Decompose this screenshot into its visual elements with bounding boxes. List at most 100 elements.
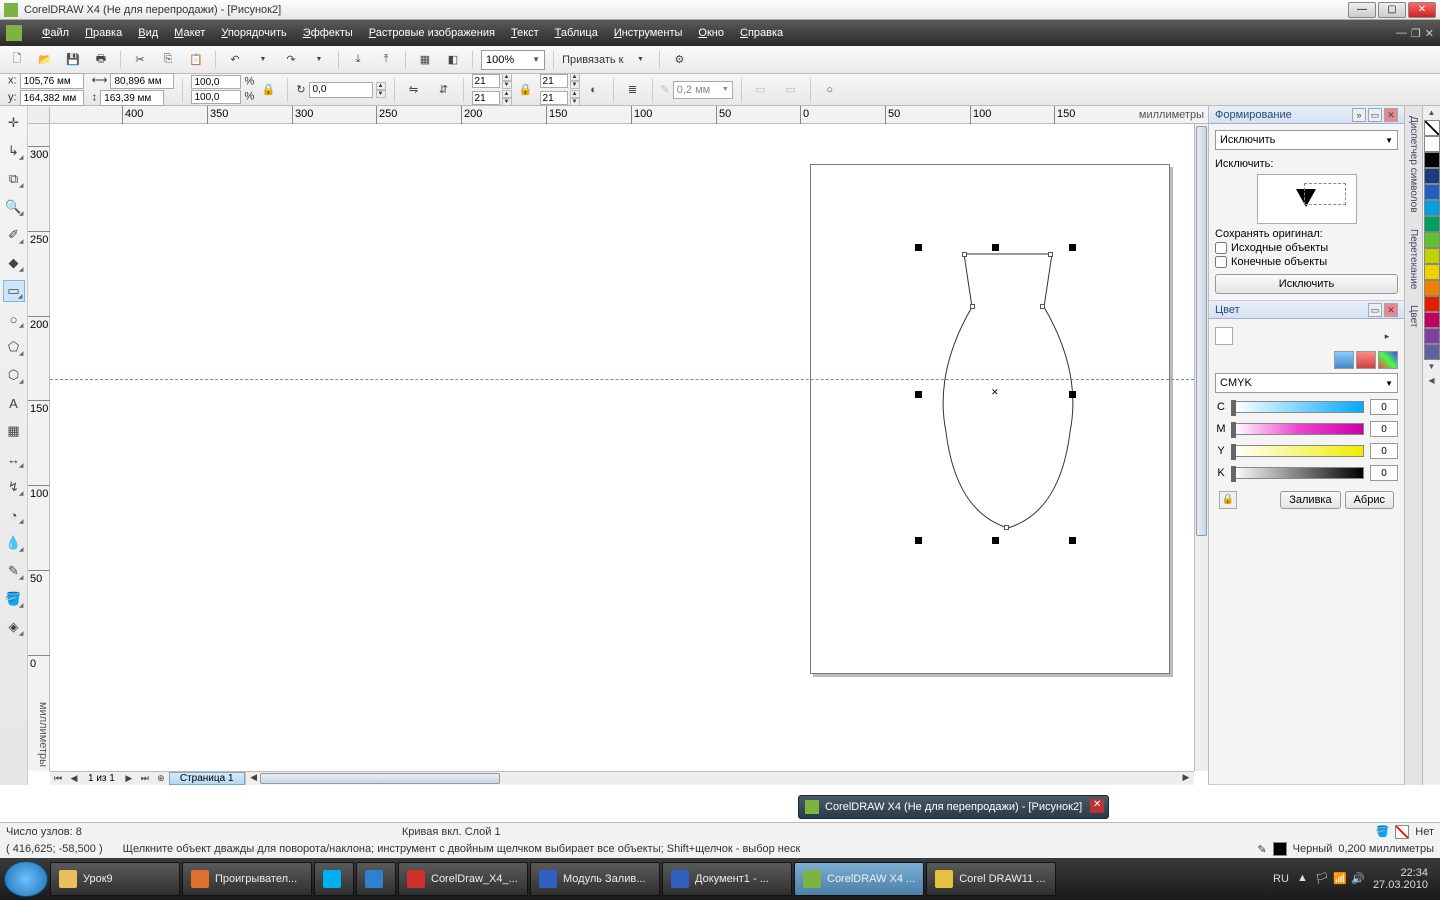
smart-fill-tool[interactable]: ◆◢	[3, 252, 25, 274]
taskbar-item[interactable]: Модуль Залив...	[530, 862, 660, 896]
lock-ratio-button[interactable]: 🔒	[257, 79, 279, 101]
menu-Макет[interactable]: Макет	[166, 23, 213, 43]
taskbar-item[interactable]: Документ1 - ...	[662, 862, 792, 896]
cyan-input[interactable]	[1370, 399, 1398, 415]
welcome-button[interactable]: ◧	[442, 49, 464, 71]
docker-tab[interactable]: Цвет	[1407, 299, 1420, 333]
connector-tool[interactable]: ↯◢	[3, 476, 25, 498]
app-menu-icon[interactable]	[6, 25, 22, 41]
cut-button[interactable]: ✂	[129, 49, 151, 71]
corner1-input[interactable]	[472, 74, 500, 88]
palette-swatch[interactable]	[1424, 232, 1440, 248]
docker-collapse-button[interactable]: »	[1352, 108, 1366, 122]
start-button[interactable]	[4, 861, 48, 897]
import-button[interactable]: ⤓	[347, 49, 369, 71]
node[interactable]	[1048, 252, 1053, 257]
selection-handle-e[interactable]	[1069, 391, 1076, 398]
node[interactable]	[962, 252, 967, 257]
zoom-combo[interactable]: 100% ▼	[481, 50, 545, 70]
taskbar-item[interactable]	[356, 862, 396, 896]
yellow-input[interactable]	[1370, 443, 1398, 459]
mdi-minimize[interactable]: —	[1396, 27, 1407, 40]
scale-x-input[interactable]	[191, 75, 241, 89]
snap-drop[interactable]: ▼	[629, 49, 651, 71]
selection-handle-ne[interactable]	[1069, 244, 1076, 251]
docker-close-button[interactable]: ✕	[1384, 108, 1398, 122]
drawing-canvas[interactable]: ✕	[50, 124, 1194, 771]
open-button[interactable]: 📂	[34, 49, 56, 71]
corner-style-button[interactable]: ◐	[583, 79, 605, 101]
tray-icon[interactable]: ▲	[1297, 872, 1311, 886]
zoom-tool[interactable]: 🔍◢	[3, 196, 25, 218]
wrap-text-button[interactable]: ≣	[622, 79, 644, 101]
outline-button[interactable]: Абрис	[1345, 491, 1394, 509]
options-button[interactable]: ⚙	[668, 49, 690, 71]
palette-swatch[interactable]	[1424, 264, 1440, 280]
text-tool[interactable]: A	[3, 392, 25, 414]
black-input[interactable]	[1370, 465, 1398, 481]
menu-Текст[interactable]: Текст	[503, 23, 547, 43]
selection-center[interactable]: ✕	[991, 388, 1000, 397]
dimension-tool[interactable]: ↔◢	[3, 448, 25, 470]
menu-Инструменты[interactable]: Инструменты	[606, 23, 691, 43]
app-launcher[interactable]: ▦	[414, 49, 436, 71]
taskbar-item[interactable]	[314, 862, 354, 896]
notification-close-button[interactable]: ✕	[1090, 799, 1104, 813]
corner2-input[interactable]	[472, 91, 500, 105]
selection-handle-sw[interactable]	[915, 537, 922, 544]
shaping-mode-combo[interactable]: Исключить▼	[1215, 130, 1398, 150]
palette-swatch[interactable]	[1424, 200, 1440, 216]
scale-y-input[interactable]	[191, 90, 241, 104]
menu-Вид[interactable]: Вид	[130, 23, 166, 43]
horizontal-scrollbar[interactable]: ◀ ▶	[245, 772, 1194, 786]
pos-x-input[interactable]	[20, 73, 84, 89]
menu-Окно[interactable]: Окно	[690, 23, 732, 43]
export-button[interactable]: ⤒	[375, 49, 397, 71]
color-lock-button[interactable]: 🔒	[1219, 491, 1237, 509]
color-view-palette[interactable]	[1378, 351, 1398, 369]
interactive-tool[interactable]: ◔◢	[3, 504, 25, 526]
docker-undock-button[interactable]: ▭	[1368, 303, 1382, 317]
vertical-scrollbar[interactable]	[1194, 124, 1208, 771]
undo-button[interactable]: ↶	[224, 49, 246, 71]
selection-handle-s[interactable]	[992, 537, 999, 544]
palette-swatch[interactable]	[1424, 184, 1440, 200]
menu-Таблица[interactable]: Таблица	[547, 23, 606, 43]
palette-swatch[interactable]	[1424, 248, 1440, 264]
freehand-tool[interactable]: ✐◢	[3, 224, 25, 246]
save-button[interactable]: 💾	[62, 49, 84, 71]
pos-y-input[interactable]	[20, 90, 84, 106]
vertical-ruler[interactable]: миллиметры 300250200150100500	[28, 124, 50, 771]
docker-tab[interactable]: Диспетчер символов	[1407, 110, 1420, 219]
paste-button[interactable]: 📋	[185, 49, 207, 71]
target-objects-checkbox[interactable]: Конечные объекты	[1215, 256, 1398, 268]
outline-tool[interactable]: ✎◢	[3, 560, 25, 582]
node[interactable]	[1040, 304, 1045, 309]
tray-network-icon[interactable]: 📶	[1333, 872, 1347, 886]
convert-curves-button[interactable]: ○	[819, 79, 841, 101]
mdi-restore[interactable]: ❐	[1411, 27, 1421, 40]
palette-swatch[interactable]	[1424, 344, 1440, 360]
menu-Справка[interactable]: Справка	[732, 23, 791, 43]
clock[interactable]: 22:34 27.03.2010	[1373, 867, 1428, 891]
new-button[interactable]: 🗋	[6, 49, 28, 71]
selected-curve-object[interactable]	[952, 252, 1064, 530]
no-color-swatch[interactable]	[1424, 120, 1440, 136]
add-page-button[interactable]: ⊕	[153, 773, 169, 784]
menu-Эффекты[interactable]: Эффекты	[295, 23, 361, 43]
copy-button[interactable]: ⎘	[157, 49, 179, 71]
selection-handle-n[interactable]	[992, 244, 999, 251]
maximize-button[interactable]: ▢	[1378, 2, 1406, 18]
taskbar-item[interactable]: Урок9	[50, 862, 180, 896]
prev-page-button[interactable]: ◀	[66, 773, 82, 784]
taskbar-item[interactable]: CorelDraw_X4_...	[398, 862, 528, 896]
palette-swatch[interactable]	[1424, 168, 1440, 184]
fill-swatch-none[interactable]	[1395, 825, 1409, 839]
magenta-slider[interactable]	[1233, 423, 1364, 435]
minimize-button[interactable]: —	[1348, 2, 1376, 18]
width-input[interactable]	[110, 73, 174, 89]
fill-button[interactable]: Заливка	[1280, 491, 1340, 509]
palette-down-button[interactable]: ▼	[1423, 360, 1440, 374]
palette-swatch[interactable]	[1424, 152, 1440, 168]
ruler-origin[interactable]	[28, 106, 50, 124]
